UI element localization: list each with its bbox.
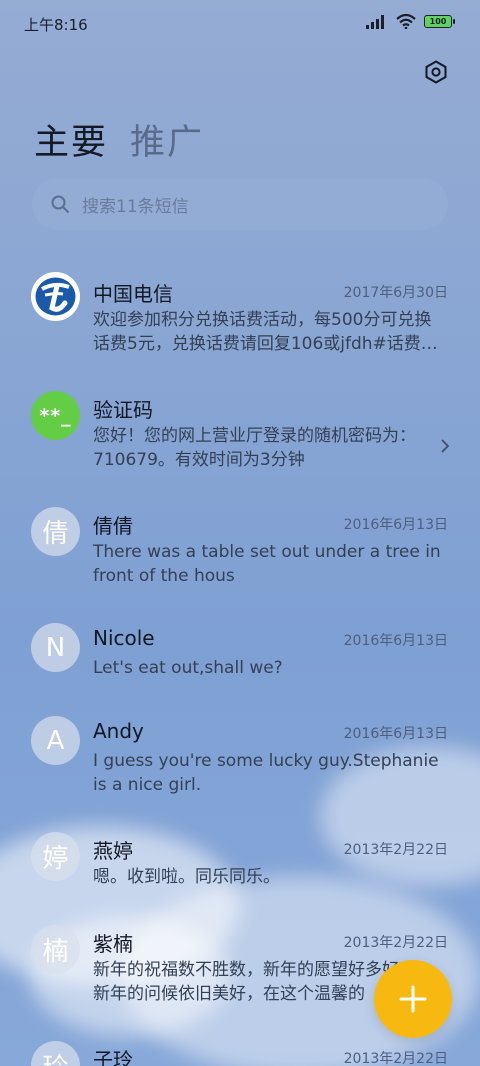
tab-bar: 主要 推广 [34, 114, 204, 165]
thread-date: 2013年2月22日 [343, 935, 448, 951]
contact-avatar: A [31, 716, 80, 765]
thread-row[interactable]: 中国电信 2017年6月30日 欢迎参加积分兑换话费活动，每500分可兑换话费5… [0, 262, 480, 378]
search-bar[interactable]: 搜索11条短信 [32, 178, 448, 230]
thread-date: 2016年6月13日 [343, 517, 448, 533]
thread-name: 倩倩 [93, 514, 133, 538]
status-time: 上午8:16 [24, 16, 88, 34]
thread-name: 子玲 [93, 1048, 133, 1066]
status-icons: 100 [366, 14, 455, 29]
message-list: 中国电信 2017年6月30日 欢迎参加积分兑换话费活动，每500分可兑换话费5… [0, 262, 480, 1066]
tab-promotions[interactable]: 推广 [130, 114, 204, 165]
new-message-button[interactable] [374, 960, 452, 1038]
wifi-icon [396, 14, 416, 29]
battery-level: 100 [429, 17, 447, 26]
thread-row[interactable]: A Andy 2016年6月13日 I guess you're some lu… [0, 703, 480, 819]
tab-primary[interactable]: 主要 [34, 114, 108, 165]
thread-name: Nicole [93, 626, 155, 650]
thread-name: 中国电信 [93, 282, 173, 306]
thread-preview: 欢迎参加积分兑换话费活动，每500分可兑换话费5元，兑换话费请回复106或jfd… [93, 310, 438, 354]
thread-preview: There was a table set out under a tree i… [93, 542, 441, 586]
thread-date: 2013年2月22日 [343, 1051, 448, 1066]
thread-name: 验证码 [93, 398, 153, 422]
search-icon [51, 195, 69, 213]
thread-name: 燕婷 [93, 839, 133, 863]
signal-icon [366, 14, 384, 29]
thread-row[interactable]: N Nicole 2016年6月13日 Let's eat out,shall … [0, 610, 480, 703]
thread-row[interactable]: 婷 燕婷 2013年2月22日 嗯。收到啦。同乐同乐。 [0, 819, 480, 912]
contact-avatar: N [31, 623, 80, 672]
contact-avatar: 楠 [31, 925, 80, 974]
thread-name: 紫楠 [93, 932, 133, 956]
thread-row[interactable]: **_ 验证码 您好！您的网上营业厅登录的随机密码为：710679。有效时间为3… [0, 378, 480, 494]
thread-row[interactable]: 倩 倩倩 2016年6月13日 There was a table set ou… [0, 494, 480, 610]
thread-date: 2016年6月13日 [343, 726, 448, 742]
thread-preview: Let's eat out,shall we? [93, 658, 283, 678]
thread-date: 2016年6月13日 [343, 633, 448, 649]
thread-name: Andy [93, 719, 144, 743]
settings-button[interactable] [422, 58, 450, 86]
search-placeholder: 搜索11条短信 [82, 196, 189, 217]
telecom-logo-icon [31, 272, 80, 321]
status-bar: 上午8:16 100 [0, 0, 480, 46]
thread-preview: 您好！您的网上营业厅登录的随机密码为：710679。有效时间为3分钟 [93, 426, 416, 470]
thread-preview: I guess you're some lucky guy.Stephanie … [93, 751, 439, 795]
chevron-right-icon [441, 439, 450, 453]
contact-avatar: 倩 [31, 507, 80, 556]
battery-icon: 100 [424, 15, 455, 28]
settings-hex-icon [425, 60, 447, 84]
plus-icon [399, 985, 427, 1013]
thread-date: 2017年6月30日 [343, 285, 448, 301]
thread-preview: 嗯。收到啦。同乐同乐。 [93, 867, 280, 887]
contact-avatar: 玲 [31, 1041, 80, 1066]
thread-date: 2013年2月22日 [343, 842, 448, 858]
contact-avatar: 婷 [31, 832, 80, 881]
verification-code-avatar: **_ [31, 391, 80, 440]
